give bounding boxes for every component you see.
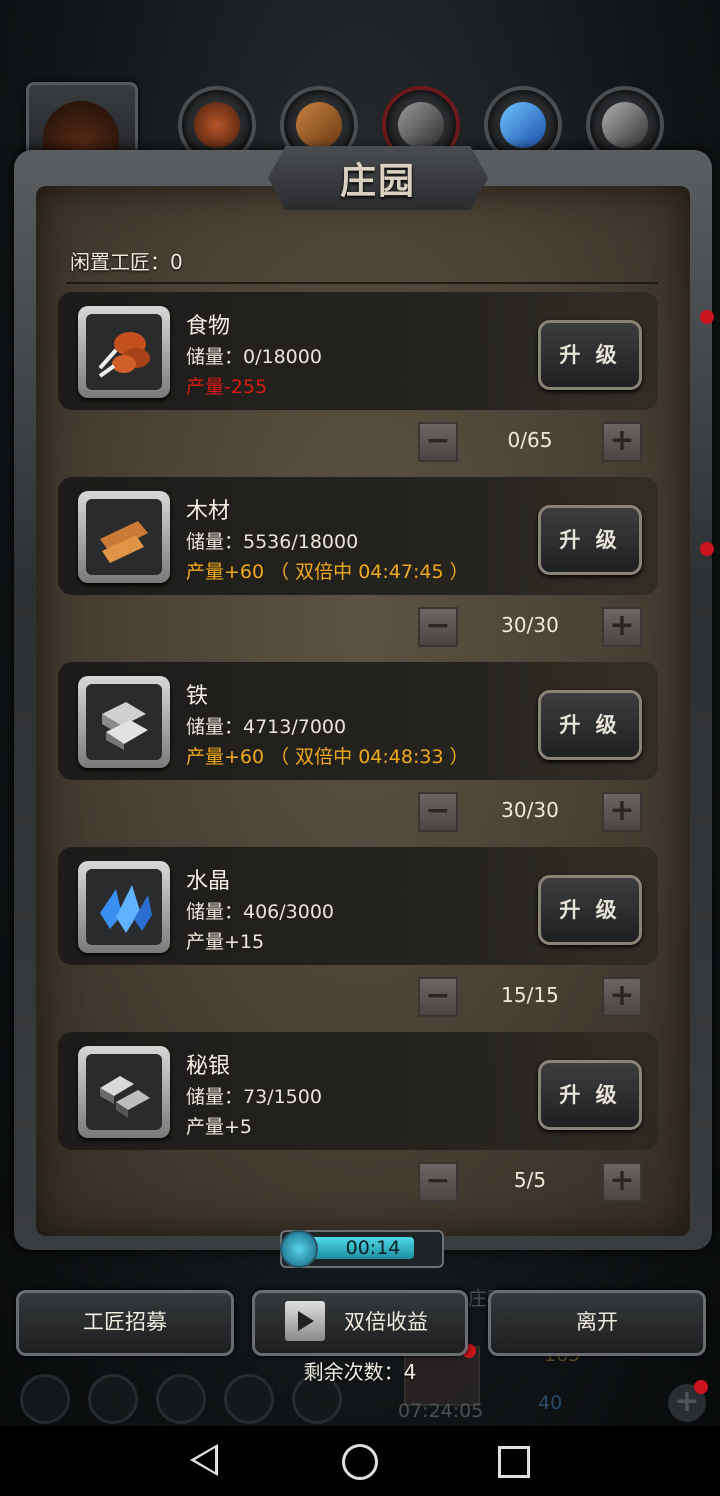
upgrade-button[interactable]: 升 级 xyxy=(538,875,642,945)
resource-stock: 储量：73/1500 xyxy=(186,1086,322,1108)
decrease-workers-button[interactable]: − xyxy=(418,1162,458,1202)
resource-production: 产量+60 （ 双倍中 04:47:45 ） xyxy=(186,561,469,583)
resource-stock: 储量：5536/18000 xyxy=(186,531,359,553)
resource-row-food: 食物 储量：0/18000 产量-255 升 级 − 0/65 + xyxy=(58,292,662,462)
decrease-workers-button[interactable]: − xyxy=(418,977,458,1017)
estate-panel: 庄园 闲置工匠：0 食物 储量：0/18000 产量-255 升 级 − 0/6… xyxy=(14,146,712,1250)
notification-dot xyxy=(700,542,714,556)
decrease-workers-button[interactable]: − xyxy=(418,422,458,462)
worker-stepper: − 30/30 + xyxy=(418,792,642,832)
resource-stock: 储量：406/3000 xyxy=(186,901,335,923)
resource-production: 产量+15 xyxy=(186,931,265,953)
recruit-workers-button[interactable]: 工匠招募 xyxy=(16,1290,234,1356)
remaining-count: 剩余次数：4 xyxy=(303,1360,417,1384)
resource-production: 产量-255 xyxy=(186,376,268,398)
upgrade-button[interactable]: 升 级 xyxy=(538,505,642,575)
worker-count: 30/30 xyxy=(501,613,559,637)
worker-count: 5/5 xyxy=(513,1168,547,1192)
decrease-workers-button[interactable]: − xyxy=(418,607,458,647)
worker-stepper: − 15/15 + xyxy=(418,977,642,1017)
double-income-button[interactable]: 双倍收益 xyxy=(252,1290,468,1356)
resource-name: 水晶 xyxy=(186,869,231,894)
resource-row-wood: 木材 储量：5536/18000 产量+60 （ 双倍中 04:47:45 ） … xyxy=(58,477,662,647)
worker-count: 15/15 xyxy=(501,983,559,1007)
resource-name: 木材 xyxy=(186,499,231,524)
resource-production: 产量+60 （ 双倍中 04:48:33 ） xyxy=(186,746,469,768)
iron-ingot-icon xyxy=(398,102,444,148)
double-income-label: 双倍收益 xyxy=(344,1310,428,1334)
increase-workers-button[interactable]: + xyxy=(602,792,642,832)
double-timer: 00:14 xyxy=(280,1230,444,1268)
resource-icon-frame xyxy=(78,861,170,953)
resource-stock: 储量：4713/7000 xyxy=(186,716,347,738)
worker-stepper: − 5/5 + xyxy=(418,1162,642,1202)
leave-button[interactable]: 离开 xyxy=(488,1290,706,1356)
idle-workers-label: 闲置工匠：0 xyxy=(70,250,183,274)
gem-count: 40 xyxy=(538,1392,563,1414)
increase-workers-button[interactable]: + xyxy=(602,1162,642,1202)
meat-icon xyxy=(194,102,240,148)
upgrade-button[interactable]: 升 级 xyxy=(538,320,642,390)
home-icon[interactable] xyxy=(342,1444,378,1480)
resource-icon-frame xyxy=(78,676,170,768)
resource-production: 产量+5 xyxy=(186,1116,253,1138)
wood-planks-icon xyxy=(86,499,162,575)
mithril-ingot-icon xyxy=(86,1054,162,1130)
worker-count: 30/30 xyxy=(501,798,559,822)
upgrade-button[interactable]: 升 级 xyxy=(538,690,642,760)
crystal-icon xyxy=(500,102,546,148)
resource-name: 食物 xyxy=(186,314,231,339)
increase-workers-button[interactable]: + xyxy=(602,422,642,462)
resource-icon-frame xyxy=(78,491,170,583)
wood-planks-icon xyxy=(296,102,342,148)
resource-row-crystal: 水晶 储量：406/3000 产量+15 升 级 − 15/15 + xyxy=(58,847,662,1017)
timer-text: 00:14 xyxy=(345,1237,401,1259)
upgrade-button[interactable]: 升 级 xyxy=(538,1060,642,1130)
resource-name: 秘银 xyxy=(186,1054,231,1079)
resource-row-iron: 铁 储量：4713/7000 产量+60 （ 双倍中 04:48:33 ） 升 … xyxy=(58,662,662,832)
meat-icon xyxy=(86,314,162,390)
crystal-icon xyxy=(86,869,162,945)
divider xyxy=(66,282,658,284)
resource-icon-frame xyxy=(78,1046,170,1138)
increase-workers-button[interactable]: + xyxy=(602,607,642,647)
worker-count: 0/65 xyxy=(507,428,553,452)
resource-row-mithril: 秘银 储量：73/1500 产量+5 升 级 − 5/5 + xyxy=(58,1032,662,1202)
worker-stepper: − 30/30 + xyxy=(418,607,642,647)
notification-dot xyxy=(700,310,714,324)
leave-label: 离开 xyxy=(576,1310,618,1334)
play-video-icon xyxy=(285,1301,325,1341)
resource-name: 铁 xyxy=(186,684,209,709)
recent-apps-icon[interactable] xyxy=(498,1446,530,1478)
recruit-label: 工匠招募 xyxy=(83,1310,167,1334)
resource-stock: 储量：0/18000 xyxy=(186,346,322,368)
decrease-workers-button[interactable]: − xyxy=(418,792,458,832)
panel-title: 庄园 xyxy=(339,160,416,202)
increase-workers-button[interactable]: + xyxy=(602,977,642,1017)
iron-ingot-icon xyxy=(86,684,162,760)
mithril-ingot-icon xyxy=(602,102,648,148)
worker-stepper: − 0/65 + xyxy=(418,422,642,462)
navigation-bar xyxy=(0,1426,720,1496)
resource-icon-frame xyxy=(78,306,170,398)
clock-icon xyxy=(280,1230,318,1268)
back-icon[interactable] xyxy=(190,1444,218,1476)
hud-clock: 07:24:05 xyxy=(398,1400,484,1422)
